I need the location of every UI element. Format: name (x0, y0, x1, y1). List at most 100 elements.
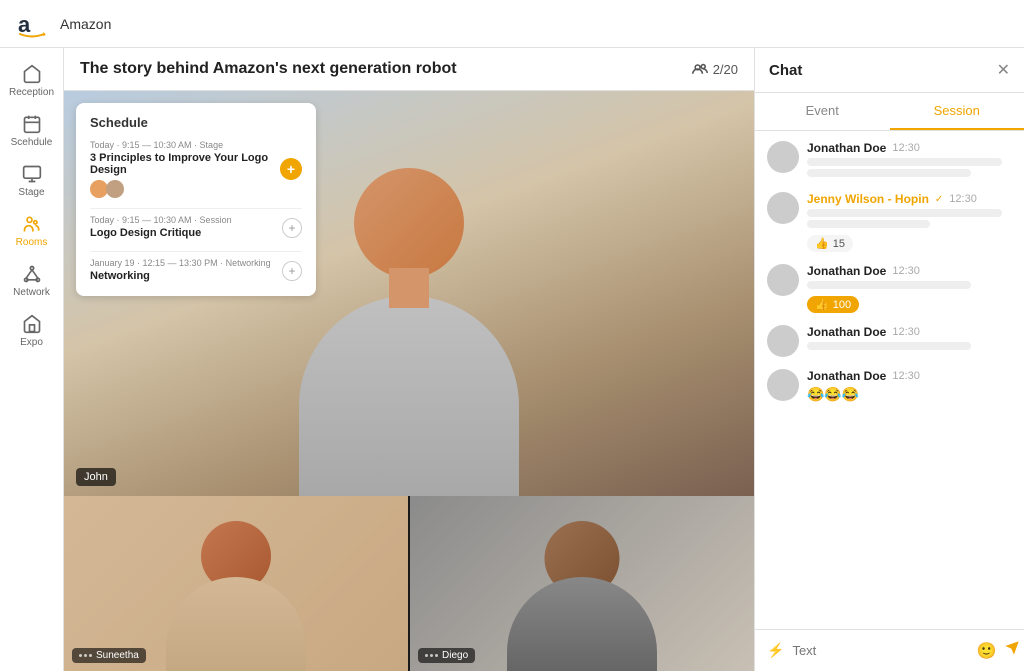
reaction-like-15[interactable]: 👍 15 (807, 235, 853, 252)
content-header: The story behind Amazon's next generatio… (64, 48, 754, 91)
chat-meta-2: Jenny Wilson - Hopin ✓ 12:30 (807, 192, 1012, 206)
send-icon[interactable] (1004, 640, 1020, 661)
check-icon: ✓ (935, 194, 943, 205)
main-video-nametag: John (76, 468, 116, 486)
schedule-avatars (90, 180, 280, 198)
bottom-videos: Suneetha (64, 496, 754, 671)
bottom-left-nametag: Suneetha (72, 648, 146, 663)
chat-meta-5: Jonathan Doe 12:30 (807, 369, 1012, 383)
chat-time-1: 12:30 (892, 142, 920, 154)
emoji-row: 😂😂😂 (807, 386, 1012, 403)
sidebar-item-stage[interactable]: Stage (0, 156, 63, 206)
sidebar: Reception Scehdule Stage (0, 48, 64, 671)
attendees-icon (692, 63, 708, 75)
emoji-picker-icon[interactable]: 🙂 (976, 641, 996, 661)
sidebar-item-network[interactable]: Network (0, 256, 63, 306)
person-body (299, 296, 519, 496)
lightning-icon[interactable]: ⚡ (767, 642, 784, 659)
sidebar-item-schedule[interactable]: Scehdule (0, 106, 63, 156)
schedule-heading: Schedule (90, 115, 302, 130)
bottom-right-nametag: Diego (418, 648, 475, 663)
divider-2 (90, 251, 302, 252)
sidebar-label-expo: Expo (20, 337, 43, 348)
main-video-container: Schedule Today · 9:15 — 10:30 AM · Stage… (64, 91, 754, 496)
mic-dot-3 (89, 654, 92, 657)
bottom-left-name: Suneetha (96, 650, 139, 661)
chat-content-3: Jonathan Doe 12:30 👍 100 (807, 264, 1012, 313)
sidebar-label-rooms: Rooms (16, 237, 48, 248)
schedule-item-1-row: Today · 9:15 — 10:30 AM · Stage 3 Princi… (90, 140, 302, 198)
avatar-msg-1 (767, 141, 799, 173)
schedule-item-2: Today · 9:15 — 10:30 AM · Session Logo D… (90, 215, 302, 241)
schedule-add-button-2[interactable]: + (282, 218, 302, 238)
attendee-number: 2/20 (713, 62, 738, 77)
person-left (156, 514, 316, 671)
avatar-msg-4 (767, 325, 799, 357)
schedule-item-3-row: January 19 · 12:15 — 13:30 PM · Networki… (90, 258, 302, 284)
chat-line-1b (807, 169, 971, 177)
schedule-name-2: Logo Design Critique (90, 227, 232, 239)
thumbs-up-icon: 👍 (815, 237, 829, 250)
chat-input-area: ⚡ 🙂 (755, 629, 1024, 671)
chat-content-5: Jonathan Doe 12:30 😂😂😂 (807, 369, 1012, 403)
schedule-item-1-info: Today · 9:15 — 10:30 AM · Stage 3 Princi… (90, 140, 280, 198)
chat-meta-4: Jonathan Doe 12:30 (807, 325, 1012, 339)
chat-meta-1: Jonathan Doe 12:30 (807, 141, 1012, 155)
chat-text-input[interactable] (792, 643, 968, 658)
right-body (507, 577, 657, 671)
chat-line-1a (807, 158, 1002, 166)
schedule-overlay: Schedule Today · 9:15 — 10:30 AM · Stage… (76, 103, 316, 296)
chat-name-3: Jonathan Doe (807, 264, 886, 278)
reaction-like-100[interactable]: 👍 100 (807, 296, 859, 313)
chat-message-5: Jonathan Doe 12:30 😂😂😂 (767, 369, 1012, 403)
content-area: The story behind Amazon's next generatio… (64, 48, 754, 671)
chat-time-5: 12:30 (892, 370, 920, 382)
chat-meta-3: Jonathan Doe 12:30 (807, 264, 1012, 278)
mic-indicator-right (425, 654, 438, 657)
chat-content-4: Jonathan Doe 12:30 (807, 325, 1012, 357)
sidebar-item-reception[interactable]: Reception (0, 56, 63, 106)
tab-event[interactable]: Event (755, 93, 890, 130)
schedule-item-2-row: Today · 9:15 — 10:30 AM · Session Logo D… (90, 215, 302, 241)
schedule-add-button-1[interactable]: + (280, 158, 302, 180)
chat-header: Chat ✕ (755, 48, 1024, 93)
schedule-item-2-info: Today · 9:15 — 10:30 AM · Session Logo D… (90, 215, 232, 241)
avatar-msg-3 (767, 264, 799, 296)
bottom-right-content: Diego (410, 496, 754, 671)
chat-name-1: Jonathan Doe (807, 141, 886, 155)
mic-dot-1 (79, 654, 82, 657)
sidebar-item-expo[interactable]: Expo (0, 306, 63, 356)
tab-session[interactable]: Session (890, 93, 1024, 130)
chat-title: Chat (769, 62, 802, 79)
divider-1 (90, 208, 302, 209)
mic-dot-2 (84, 654, 87, 657)
chat-name-5: Jonathan Doe (807, 369, 886, 383)
chat-tabs: Event Session (755, 93, 1024, 131)
chat-line-4a (807, 342, 971, 350)
chat-content-2: Jenny Wilson - Hopin ✓ 12:30 👍 15 (807, 192, 1012, 252)
attendee-count: 2/20 (692, 62, 738, 77)
session-title: The story behind Amazon's next generatio… (80, 60, 457, 78)
chat-time-4: 12:30 (892, 326, 920, 338)
amazon-logo: a (16, 8, 48, 40)
sidebar-item-rooms[interactable]: Rooms (0, 206, 63, 256)
schedule-name-3: Networking (90, 270, 271, 282)
chat-message-2: Jenny Wilson - Hopin ✓ 12:30 👍 15 (767, 192, 1012, 252)
schedule-item-3: January 19 · 12:15 — 13:30 PM · Networki… (90, 258, 302, 284)
close-icon[interactable]: ✕ (997, 60, 1010, 80)
bottom-left-content: Suneetha (64, 496, 408, 671)
app-title: Amazon (60, 16, 111, 32)
bottom-video-right: Diego (410, 496, 754, 671)
mic-dot-r2 (430, 654, 433, 657)
person-head (354, 168, 464, 278)
schedule-add-button-3[interactable]: + (282, 261, 302, 281)
mic-dot-r3 (435, 654, 438, 657)
bottom-right-name: Diego (442, 650, 468, 661)
main-layout: Reception Scehdule Stage (0, 48, 1024, 671)
chat-line-2a (807, 209, 1002, 217)
chat-message-3: Jonathan Doe 12:30 👍 100 (767, 264, 1012, 313)
chat-time-2: 12:30 (949, 193, 977, 205)
left-body (166, 577, 306, 671)
mic-indicator-left (79, 654, 92, 657)
sidebar-label-network: Network (13, 287, 50, 298)
